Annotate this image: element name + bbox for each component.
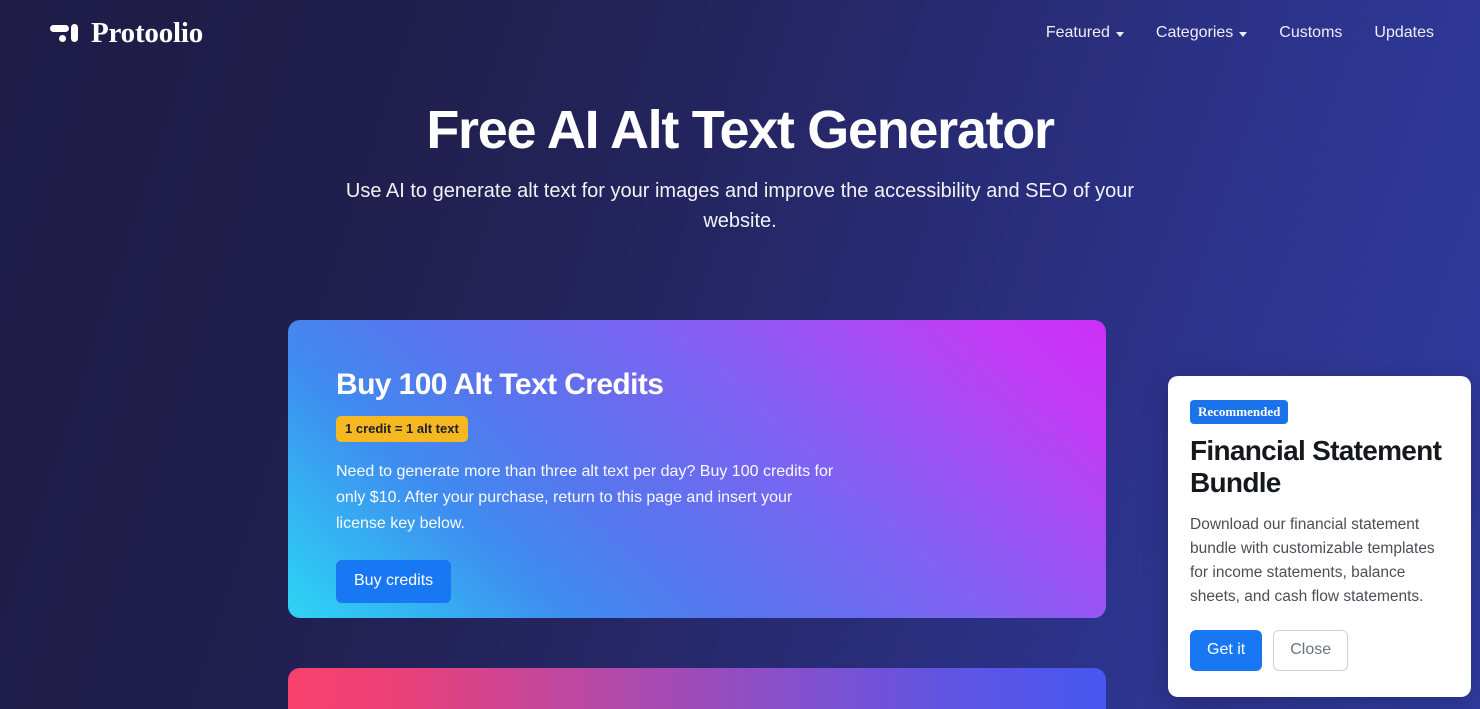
get-it-button[interactable]: Get it bbox=[1190, 629, 1263, 671]
nav-item-featured[interactable]: Featured bbox=[1030, 17, 1140, 49]
promo-gradient-card[interactable] bbox=[288, 668, 1106, 709]
status-badge: Recommended bbox=[1190, 400, 1289, 424]
nav-item-updates[interactable]: Updates bbox=[1358, 17, 1434, 49]
credits-card-description: Need to generate more than three alt tex… bbox=[336, 463, 834, 533]
nav-item-featured-label: Featured bbox=[1045, 24, 1110, 41]
brand-name: Protoolio bbox=[91, 16, 204, 49]
recommendation-description: Download our financial statement bundle … bbox=[1190, 515, 1435, 606]
close-button[interactable]: Close bbox=[1273, 629, 1349, 671]
credits-ratio-badge: 1 credit = 1 alt text bbox=[336, 416, 468, 442]
page-title: Free AI Alt Text Generator bbox=[426, 100, 1055, 160]
nav-item-customs-label: Customs bbox=[1279, 24, 1343, 41]
nav-item-customs[interactable]: Customs bbox=[1263, 17, 1358, 49]
primary-nav: Featured Categories Customs Updates bbox=[1030, 17, 1434, 49]
nav-item-categories[interactable]: Categories bbox=[1140, 17, 1263, 49]
protoolio-logo-mark-icon bbox=[50, 22, 80, 44]
page-background: Protoolio Featured Categories Customs Up… bbox=[0, 0, 1480, 709]
recommendation-popup: Recommended Financial Statement Bundle D… bbox=[1168, 376, 1471, 697]
recommendation-title: Financial Statement Bundle bbox=[1190, 435, 1442, 499]
buy-credits-card: Buy 100 Alt Text Credits 1 credit = 1 al… bbox=[288, 320, 1106, 618]
hero-section: Free AI Alt Text Generator Use AI to gen… bbox=[0, 100, 1480, 236]
credits-card-title: Buy 100 Alt Text Credits bbox=[336, 368, 664, 401]
top-navigation-bar: Protoolio Featured Categories Customs Up… bbox=[0, 0, 1480, 66]
brand-logo-link[interactable]: Protoolio bbox=[50, 16, 204, 49]
nav-item-categories-label: Categories bbox=[1155, 24, 1234, 41]
chevron-down-icon bbox=[1115, 31, 1124, 37]
buy-credits-button[interactable]: Buy credits bbox=[336, 559, 452, 603]
hero-subtitle: Use AI to generate alt text for your ima… bbox=[345, 180, 1135, 232]
nav-item-updates-label: Updates bbox=[1374, 24, 1434, 41]
chevron-down-icon bbox=[1239, 31, 1248, 37]
recommendation-actions: Get it Close bbox=[1190, 629, 1449, 671]
